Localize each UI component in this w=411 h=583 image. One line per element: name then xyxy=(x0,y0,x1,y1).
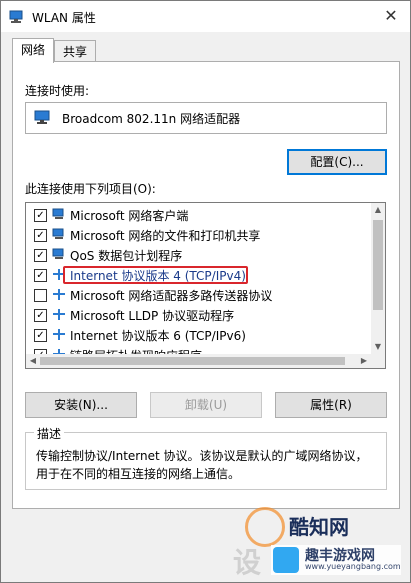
watermark-url: www.yueyangbang.com xyxy=(305,562,401,571)
description-text: 传输控制协议/Internet 协议。该协议是默认的广域网络协议，用于在不同的相… xyxy=(36,449,368,481)
network-adapter-icon xyxy=(34,110,50,124)
list-item[interactable]: ✓ Internet 协议版本 6 (TCP/IPv6) xyxy=(26,325,371,345)
horizontal-scrollbar[interactable]: ◀ ▶ xyxy=(26,354,385,368)
horizontal-scroll-thumb[interactable] xyxy=(40,357,345,365)
checkbox[interactable]: ✓ xyxy=(34,309,47,322)
list-item-label: Microsoft 网络的文件和打印机共享 xyxy=(70,229,261,243)
properties-button[interactable]: 属性(R) xyxy=(275,392,387,418)
description-group: 描述 传输控制协议/Internet 协议。该协议是默认的广域网络协议，用于在不… xyxy=(25,425,387,490)
install-button[interactable]: 安装(N)... xyxy=(25,392,137,418)
checkbox[interactable]: ✓ xyxy=(34,209,47,222)
watermark-brand-top: 酷知网 xyxy=(289,515,349,539)
checkbox[interactable]: ✓ xyxy=(34,329,47,342)
network-client-icon xyxy=(52,208,64,219)
scroll-up-icon[interactable]: ▲ xyxy=(371,203,385,217)
list-item[interactable]: Microsoft 网络适配器多路传送器协议 xyxy=(26,285,371,305)
connect-using-label: 连接时使用: xyxy=(25,84,90,98)
watermark-big-glyph: 设 xyxy=(233,546,262,579)
list-item-label: QoS 数据包计划程序 xyxy=(70,249,183,263)
network-adapter-icon xyxy=(9,10,23,23)
list-item[interactable]: ✓ Internet 协议版本 4 (TCP/IPv4) xyxy=(26,265,371,285)
list-item-label: Microsoft LLDP 协议驱动程序 xyxy=(70,309,235,323)
list-item[interactable]: ✓ Microsoft LLDP 协议驱动程序 xyxy=(26,305,371,325)
protocol-icon xyxy=(53,329,65,340)
title-bar: WLAN 属性 ✕ xyxy=(1,1,410,32)
list-item[interactable]: ✓ Microsoft 网络客户端 xyxy=(26,205,371,225)
tab-network[interactable]: 网络 xyxy=(12,38,55,63)
configure-button[interactable]: 配置(C)... xyxy=(287,149,387,175)
list-item[interactable]: ✓ QoS 数据包计划程序 xyxy=(26,245,371,265)
list-item-label: Microsoft 网络适配器多路传送器协议 xyxy=(70,289,273,303)
scroll-down-icon[interactable]: ▼ xyxy=(371,340,385,354)
vertical-scrollbar[interactable]: ▲ ▼ xyxy=(371,203,385,354)
checkbox[interactable]: ✓ xyxy=(34,269,47,282)
protocol-icon xyxy=(53,309,65,320)
close-button[interactable]: ✕ xyxy=(380,5,402,27)
watermark-badge-icon xyxy=(273,547,299,573)
uninstall-button[interactable]: 卸载(U) xyxy=(150,392,262,418)
scroll-right-icon[interactable]: ▶ xyxy=(357,354,371,368)
vertical-scroll-thumb[interactable] xyxy=(373,220,383,310)
list-item[interactable]: ✓ Microsoft 网络的文件和打印机共享 xyxy=(26,225,371,245)
network-tab-panel: 连接时使用: Broadcom 802.11n 网络适配器 配置(C)... 此… xyxy=(12,61,400,509)
scroll-left-icon[interactable]: ◀ xyxy=(26,354,40,368)
checkbox[interactable]: ✓ xyxy=(34,249,47,262)
watermark-badge: 趣丰游戏网 www.yueyangbang.com xyxy=(271,545,401,575)
wlan-properties-window: WLAN 属性 ✕ 网络 共享 连接时使用: Broadcom 802.11n … xyxy=(0,0,411,583)
window-title: WLAN 属性 xyxy=(32,11,96,25)
network-client-icon xyxy=(52,248,64,259)
adapter-name: Broadcom 802.11n 网络适配器 xyxy=(62,112,241,126)
checkbox[interactable]: ✓ xyxy=(34,229,47,242)
adapter-box: Broadcom 802.11n 网络适配器 xyxy=(25,102,387,134)
list-item-label: Internet 协议版本 6 (TCP/IPv6) xyxy=(70,329,246,343)
checkbox[interactable] xyxy=(34,289,47,302)
components-list[interactable]: ✓ Microsoft 网络客户端 ✓ Microsoft 网络的文件和打印机共… xyxy=(25,202,386,369)
list-item-label: Microsoft 网络客户端 xyxy=(70,209,189,223)
protocol-icon xyxy=(53,289,65,300)
items-label: 此连接使用下列项目(O): xyxy=(25,182,156,196)
highlight-box xyxy=(63,266,248,284)
tab-sharing[interactable]: 共享 xyxy=(54,40,97,63)
network-client-icon xyxy=(52,228,64,239)
description-title: 描述 xyxy=(34,425,65,442)
